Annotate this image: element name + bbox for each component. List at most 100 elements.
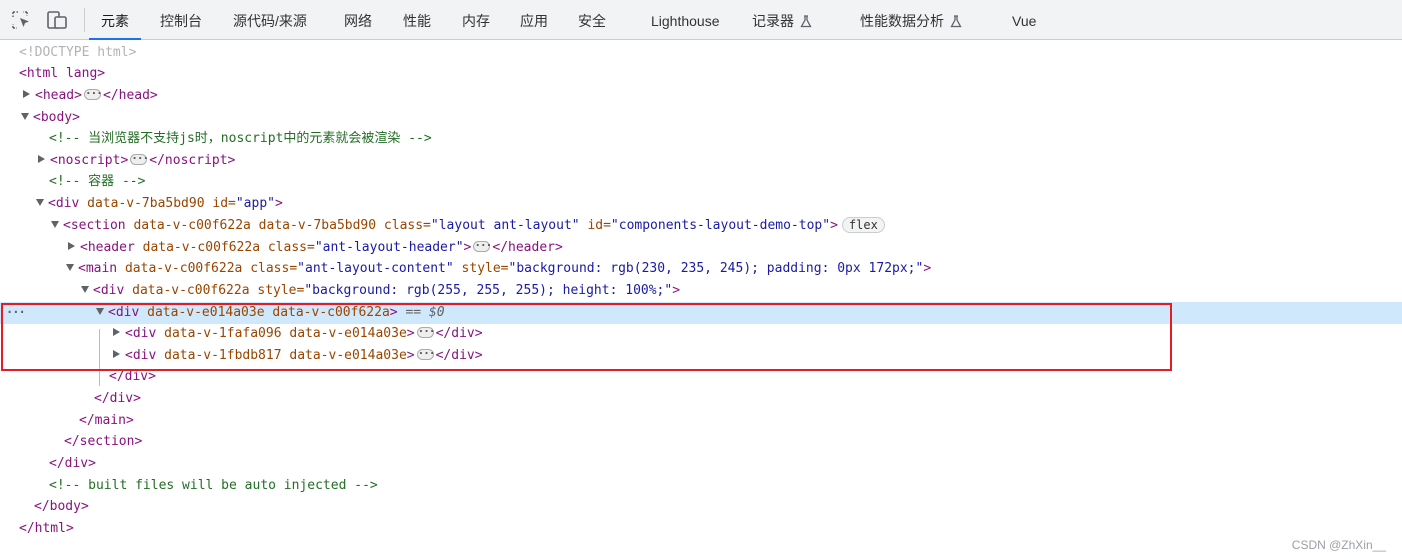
doctype-node[interactable]: <!DOCTYPE html> <box>0 42 1402 64</box>
header-close-tag: </header> <box>492 240 563 255</box>
div-close-node[interactable]: </div> <box>0 366 1402 388</box>
tab-lighthouse[interactable]: Lighthouse <box>651 0 720 40</box>
tab-performance[interactable]: 性能 <box>403 0 431 40</box>
collapsed-content-ellipsis[interactable] <box>416 321 434 343</box>
expand-arrow[interactable] <box>23 90 30 98</box>
collapse-arrow[interactable] <box>81 286 89 293</box>
tab-application[interactable]: 应用 <box>520 0 548 40</box>
head-node[interactable]: <head> </head> <box>0 83 1402 107</box>
close-tag: </div> <box>94 391 141 406</box>
section-node[interactable]: <section data-v-c00f622a data-v-7ba5bd90… <box>0 215 1402 237</box>
tab-label: 网络 <box>344 13 372 29</box>
expand-arrow[interactable] <box>113 350 120 358</box>
tag-name: <div <box>125 326 157 341</box>
body-node[interactable]: <body> <box>0 107 1402 129</box>
tag-end: > <box>406 348 415 363</box>
main-node[interactable]: <main data-v-c00f622a class="ant-layout-… <box>0 258 1402 280</box>
tab-elements[interactable]: 元素 <box>89 0 141 40</box>
collapse-arrow[interactable] <box>36 199 44 206</box>
noscript-close-tag: </noscript> <box>149 153 236 168</box>
collapsed-content-ellipsis[interactable] <box>83 83 101 105</box>
collapsed-content-ellipsis[interactable] <box>473 235 491 257</box>
tab-sources[interactable]: 源代码/来源 <box>233 0 307 40</box>
tag-end: > <box>672 283 681 298</box>
tab-label: 控制台 <box>160 13 202 29</box>
tab-memory[interactable]: 内存 <box>462 0 490 40</box>
tab-label: 内存 <box>462 13 490 29</box>
tab-label: 元素 <box>101 13 129 29</box>
attr-name: data-v-c00f622a <box>124 261 243 276</box>
comment-node[interactable]: <!-- 当浏览器不支持js时，noscript中的元素就会被渲染 --> <box>0 128 1402 150</box>
div-close-node[interactable]: </div> <box>0 453 1402 475</box>
tab-vue[interactable]: Vue <box>1012 0 1036 40</box>
attr-name: style= <box>461 261 509 276</box>
comment-node[interactable]: <!-- 容器 --> <box>0 171 1402 193</box>
collapse-arrow[interactable] <box>51 221 59 228</box>
tab-security[interactable]: 安全 <box>578 0 606 40</box>
close-tag: </html> <box>19 521 74 536</box>
close-tag: </section> <box>64 434 143 449</box>
comment-text: <!-- 容器 --> <box>49 174 146 189</box>
close-tag: </body> <box>34 499 89 514</box>
attr-value: "background: rgb(230, 235, 245); padding… <box>508 261 924 276</box>
selected-div-node[interactable]: ··· <div data-v-e014a03e data-v-c00f622a>… <box>0 302 1402 324</box>
child-div-node[interactable]: <div data-v-1fbdb817 data-v-e014a03e> </d… <box>0 343 1402 367</box>
comment-node[interactable]: <!-- built files will be auto injected -… <box>0 475 1402 497</box>
tab-console[interactable]: 控制台 <box>160 0 202 40</box>
tag-end: > <box>275 196 283 211</box>
tab-label: 安全 <box>578 13 606 29</box>
tab-label: 源代码/来源 <box>233 13 307 29</box>
child-div-node[interactable]: <div data-v-1fafa096 data-v-e014a03e> </d… <box>0 321 1402 345</box>
section-close-node[interactable]: </section> <box>0 431 1402 453</box>
attr-name: data-v-c00f622a data-v-7ba5bd90 <box>133 218 377 233</box>
comment-text: <!-- built files will be auto injected -… <box>49 478 378 493</box>
attr-value: "components-layout-demo-top" <box>610 218 831 233</box>
noscript-open-tag: <noscript> <box>50 153 129 168</box>
html-close-node[interactable]: </html> <box>0 518 1402 540</box>
collapsed-content-ellipsis[interactable] <box>130 148 148 170</box>
expand-arrow[interactable] <box>113 328 120 336</box>
collapse-arrow[interactable] <box>96 308 104 315</box>
inner-div-node[interactable]: <div data-v-c00f622a style="background: … <box>0 280 1402 302</box>
flask-icon <box>800 2 812 44</box>
flex-badge[interactable]: flex <box>841 217 885 233</box>
main-close-node[interactable]: </main> <box>0 410 1402 432</box>
tab-performance-insights[interactable]: 性能数据分析 <box>860 0 962 40</box>
close-tag: </div> <box>49 456 96 471</box>
close-tag: </div> <box>435 348 483 363</box>
tag-name: <header <box>80 240 135 255</box>
head-close-tag: </head> <box>102 88 158 103</box>
tag-name: <div <box>48 196 80 211</box>
app-div-node[interactable]: <div data-v-7ba5bd90 id="app"> <box>0 193 1402 215</box>
html-node[interactable]: <html lang> <box>0 63 1402 85</box>
noscript-node[interactable]: <noscript> </noscript> <box>0 148 1402 172</box>
attr-name: data-v-c00f622a <box>132 283 250 298</box>
div-close-node[interactable]: </div> <box>0 388 1402 410</box>
attr-value: "ant-layout-header" <box>314 240 464 255</box>
expand-arrow[interactable] <box>68 242 75 250</box>
head-open-tag: <head> <box>35 88 82 103</box>
attr-value: "ant-layout-content" <box>297 261 454 276</box>
tag-name: <div <box>125 348 157 363</box>
attr-name: class= <box>250 261 298 276</box>
inspect-element-icon[interactable] <box>11 10 33 30</box>
body-close-node[interactable]: </body> <box>0 496 1402 518</box>
comment-text: <!-- 当浏览器不支持js时，noscript中的元素就会被渲染 --> <box>49 131 432 146</box>
expand-arrow[interactable] <box>38 155 45 163</box>
collapse-arrow[interactable] <box>21 113 29 120</box>
device-toolbar-icon[interactable] <box>46 10 68 30</box>
tag-name: <main <box>78 261 118 276</box>
attr-value: "app" <box>235 196 275 211</box>
more-options-icon[interactable]: ··· <box>6 302 26 324</box>
tag-name: <div <box>93 283 125 298</box>
tab-label: 性能 <box>403 13 431 29</box>
attr-name: style= <box>257 283 305 298</box>
tab-recorder[interactable]: 记录器 <box>752 0 812 40</box>
tab-label: Vue <box>1012 13 1037 29</box>
header-node[interactable]: <header data-v-c00f622a class="ant-layou… <box>0 235 1402 259</box>
collapse-arrow[interactable] <box>66 264 74 271</box>
collapsed-content-ellipsis[interactable] <box>416 343 434 365</box>
tab-label: 应用 <box>520 13 548 29</box>
tab-network[interactable]: 网络 <box>344 0 372 40</box>
selected-marker: == $0 <box>405 305 445 320</box>
